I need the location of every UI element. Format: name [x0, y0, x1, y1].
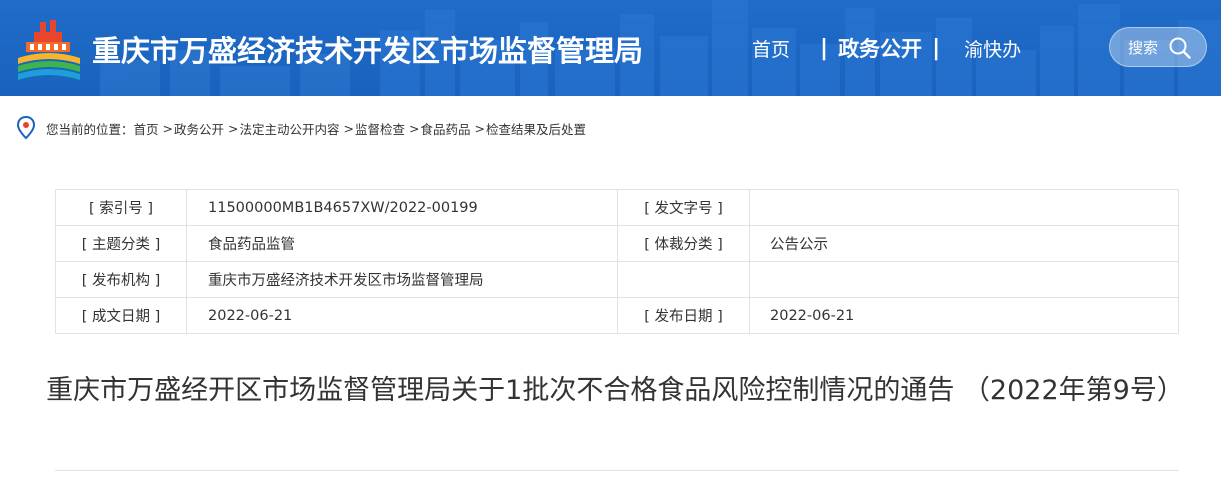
created-date-value: 2022-06-21 — [186, 297, 618, 334]
document-title: 重庆市万盛经开区市场监督管理局关于1批次不合格食品风险控制情况的通告 （2022… — [46, 375, 1184, 406]
genre-value: 公告公示 — [749, 225, 1179, 262]
breadcrumb-separator: > — [474, 120, 486, 136]
topic-value: 食品药品监管 — [186, 225, 618, 262]
nav-yukuaiban[interactable]: 渝快办 — [964, 35, 1021, 62]
main-nav: 首页 | 政务公开 | 渝快办 — [752, 32, 1021, 64]
site-title: 重庆市万盛经济技术开发区市场监督管理局 — [92, 34, 644, 68]
search-icon — [1169, 37, 1191, 59]
document-info-table: [ 索引号 ] 11500000MB1B4657XW/2022-00199 [ … — [55, 189, 1179, 334]
doc-no-label: [ 发文字号 ] — [617, 189, 750, 226]
site-header: 重庆市万盛经济技术开发区市场监督管理局 首页 | 政务公开 | 渝快办 搜索 — [0, 0, 1221, 96]
table-row: [ 主题分类 ] 食品药品监管 [ 体裁分类 ] 公告公示 — [55, 225, 1179, 262]
nav-home[interactable]: 首页 — [752, 35, 790, 62]
search-label: 搜索 — [1128, 38, 1159, 57]
created-date-label: [ 成文日期 ] — [55, 297, 187, 334]
doc-no-value — [749, 189, 1179, 226]
published-date-value: 2022-06-21 — [749, 297, 1179, 334]
nav-separator: | — [820, 35, 829, 61]
breadcrumb-item-supervision[interactable]: 监督检查 — [355, 119, 405, 138]
index-no-label: [ 索引号 ] — [55, 189, 187, 226]
breadcrumb: 您当前的位置： 首页 > 政务公开 > 法定主动公开内容 > 监督检查 > 食品… — [16, 116, 586, 140]
breadcrumb-item-inspection-results[interactable]: 检查结果及后处置 — [486, 119, 586, 138]
nav-gov-affairs[interactable]: 政务公开 — [838, 33, 922, 63]
empty-cell — [749, 261, 1179, 298]
search-button[interactable]: 搜索 — [1109, 27, 1207, 67]
breadcrumb-item-food-drugs[interactable]: 食品药品 — [421, 119, 471, 138]
breadcrumb-separator: > — [409, 120, 420, 136]
published-date-label: [ 发布日期 ] — [617, 297, 750, 334]
table-row: [ 索引号 ] 11500000MB1B4657XW/2022-00199 [ … — [55, 189, 1179, 226]
topic-label: [ 主题分类 ] — [55, 225, 187, 262]
issuer-value: 重庆市万盛经济技术开发区市场监督管理局 — [186, 261, 618, 298]
breadcrumb-separator: > — [228, 120, 239, 136]
genre-label: [ 体裁分类 ] — [617, 225, 750, 262]
table-row: [ 成文日期 ] 2022-06-21 [ 发布日期 ] 2022-06-21 — [55, 297, 1179, 334]
breadcrumb-prefix: 您当前的位置： — [46, 121, 134, 137]
bureau-logo — [18, 20, 80, 80]
issuer-label: [ 发布机构 ] — [55, 261, 187, 298]
breadcrumb-item-gov-affairs[interactable]: 政务公开 — [174, 119, 224, 138]
breadcrumb-separator: > — [343, 120, 355, 136]
breadcrumb-item-home[interactable]: 首页 — [134, 119, 159, 138]
breadcrumb-separator: > — [162, 120, 174, 136]
breadcrumb-item-statutory-disclosure[interactable]: 法定主动公开内容 — [240, 119, 340, 138]
nav-separator: | — [932, 35, 941, 61]
location-pin-icon — [16, 116, 36, 140]
empty-cell — [617, 261, 750, 298]
table-row: [ 发布机构 ] 重庆市万盛经济技术开发区市场监督管理局 — [55, 261, 1179, 298]
index-no-value: 11500000MB1B4657XW/2022-00199 — [186, 189, 618, 226]
title-divider — [55, 470, 1179, 471]
